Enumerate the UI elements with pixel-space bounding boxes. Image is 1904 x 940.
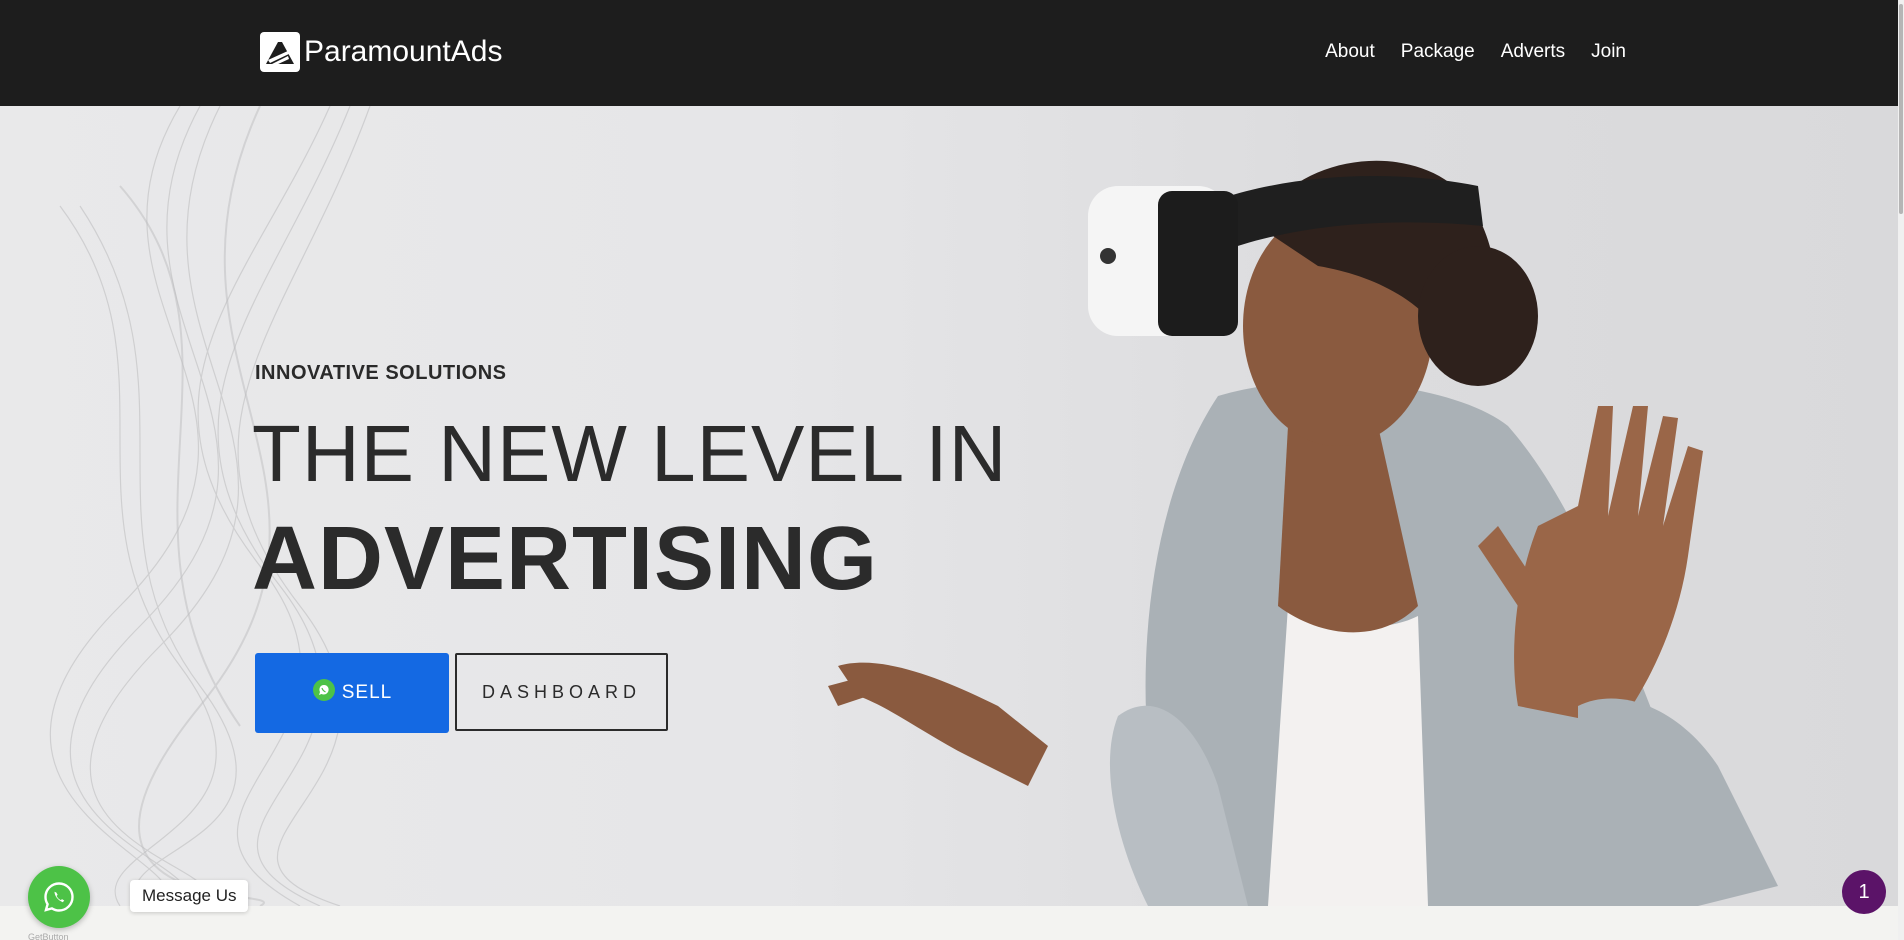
hero-headline-line1: THE NEW LEVEL IN bbox=[252, 409, 1008, 498]
hero-section: INNOVATIVE SOLUTIONS THE NEW LEVEL IN AD… bbox=[0, 106, 1898, 906]
getbutton-credit[interactable]: GetButton bbox=[28, 932, 69, 940]
main-nav: About Package Adverts Join bbox=[1325, 41, 1626, 63]
brand-link[interactable]: ParamountAds bbox=[260, 32, 502, 72]
whatsapp-icon bbox=[44, 882, 74, 912]
sell-button[interactable]: SELL bbox=[255, 653, 449, 733]
brand-logo-icon bbox=[260, 32, 300, 72]
content-strip bbox=[0, 906, 1898, 940]
nav-about[interactable]: About bbox=[1325, 41, 1375, 63]
sell-button-label: SELL bbox=[341, 682, 393, 703]
hero-headline-line2: ADVERTISING bbox=[252, 509, 879, 609]
vr-woman-image bbox=[828, 160, 1778, 906]
dashboard-button[interactable]: DASHBOARD bbox=[455, 653, 668, 731]
decorative-waves bbox=[49, 106, 371, 906]
whatsapp-float-button[interactable] bbox=[28, 866, 90, 928]
nav-package[interactable]: Package bbox=[1401, 41, 1475, 63]
message-us-tooltip[interactable]: Message Us bbox=[130, 880, 249, 912]
dashboard-button-label: DASHBOARD bbox=[481, 681, 642, 702]
brand-name: ParamountAds bbox=[304, 35, 503, 68]
chat-notification-badge[interactable]: 1 bbox=[1842, 870, 1886, 914]
page-scrollbar[interactable] bbox=[1898, 0, 1904, 940]
whatsapp-icon bbox=[312, 678, 336, 708]
scrollbar-thumb[interactable] bbox=[1899, 4, 1903, 214]
nav-adverts[interactable]: Adverts bbox=[1501, 41, 1565, 63]
page: ParamountAds About Package Adverts Join bbox=[0, 0, 1904, 940]
nav-join[interactable]: Join bbox=[1591, 41, 1626, 63]
navbar: ParamountAds About Package Adverts Join bbox=[0, 0, 1898, 106]
hero-eyebrow: INNOVATIVE SOLUTIONS bbox=[255, 362, 507, 384]
